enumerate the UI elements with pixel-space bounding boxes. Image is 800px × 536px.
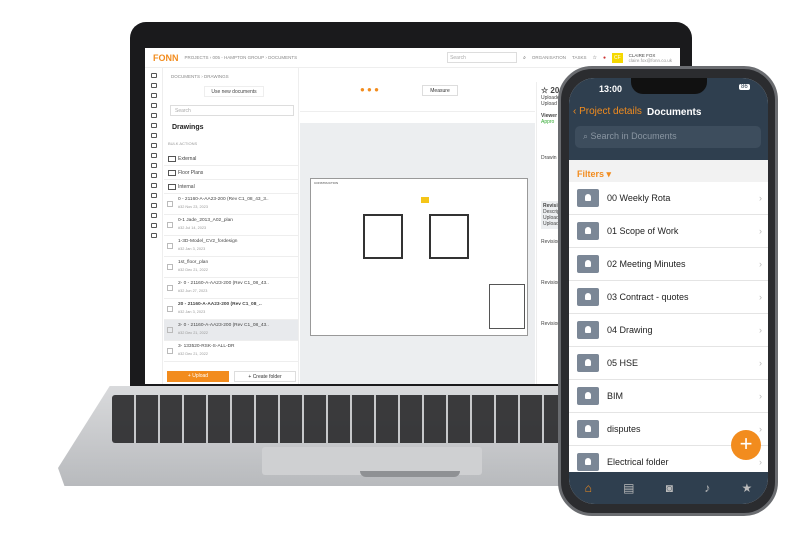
file-meta: #32 Jul 14, 2023 (178, 226, 207, 230)
sheet-label: CONSTRUCTION (314, 181, 339, 185)
folder-icon (577, 354, 599, 372)
back-button[interactable]: ‹ Project details (573, 106, 642, 117)
star-icon[interactable]: ☆ (592, 55, 596, 61)
user-email: claire.fox@fonn.co.uk (628, 57, 672, 63)
folder-item[interactable]: External (164, 152, 298, 166)
file-meta: #32 Jan 3, 2023 (178, 310, 206, 314)
file-row-selected[interactable]: 3- 0 - 21160-A-AA23-200 (Rev C1_08_43.. #… (164, 320, 298, 341)
notch (631, 78, 707, 94)
tab-bar: ⌂ ▤ ◙ ♪ ★ (569, 472, 768, 504)
organisation-link[interactable]: ORGANISATION (532, 55, 566, 60)
folder-icon (577, 453, 599, 471)
logo: FONN (153, 52, 179, 63)
file-name: 0 - 21160-A-AA23-200 (Rev C1_08_43_3.. (178, 197, 269, 202)
file-row[interactable]: 1-3D-Model_CV2_fordesign #32 Jan 3, 2023 (164, 236, 298, 257)
title-block (489, 284, 525, 329)
documents-panel: Use new documents Search Drawings BULK A… (164, 68, 299, 384)
home-icon[interactable]: ⌂ (585, 481, 592, 495)
camera-icon[interactable]: ◙ (666, 481, 673, 495)
file-row[interactable]: 1st_floor_plan #32 Dec 21, 2022 (164, 257, 298, 278)
bell-icon[interactable]: ♪ (704, 481, 710, 495)
folder-icon (577, 222, 599, 240)
file-name: 1-3D-Model_CV2_fordesign (178, 239, 238, 244)
search-placeholder: Search in Documents (590, 131, 677, 141)
file-row[interactable]: 20 - 21160-A-AA23-200 (Rev C1_08_.. #32 J… (164, 299, 298, 320)
clipboard-icon[interactable]: ▤ (623, 481, 634, 495)
status-time: 13:00 (599, 84, 623, 94)
bulk-actions: BULK ACTIONS (168, 141, 198, 146)
floor-plan (429, 214, 469, 259)
phone-header: 13:00 86 ‹ Project details Documents ⌕ S… (569, 78, 768, 160)
file-name: 20 - 21160-A-AA23-200 (Rev C1_08_.. (178, 302, 262, 307)
comment-pin-icon[interactable] (421, 197, 429, 203)
back-label: Project details (579, 106, 642, 117)
phone-search-input[interactable]: ⌕ Search in Documents (575, 126, 761, 148)
file-name: 3- 0 - 21160-A-AA23-200 (Rev C1_08_43.. (178, 323, 269, 328)
panel-title: Drawings (172, 124, 204, 131)
file-row[interactable]: 0-1 Jade_2013_A02_plan #32 Jul 14, 2023 (164, 215, 298, 236)
lock-folder-icon (577, 420, 599, 438)
file-meta: #32 Dec 21, 2022 (178, 331, 208, 335)
folder-item[interactable]: Internal (164, 180, 298, 194)
create-folder-button[interactable]: + Create folder (234, 371, 296, 382)
file-meta: #32 Jan 3, 2023 (178, 247, 206, 251)
screen-title: Documents (647, 107, 702, 118)
file-meta: #32 Dec 21, 2022 (178, 352, 208, 356)
star-icon[interactable]: ★ (742, 481, 753, 495)
tasks-link[interactable]: TASKS (572, 55, 586, 60)
folder-item[interactable]: 00 Weekly Rota › (569, 182, 768, 215)
breadcrumb[interactable]: PROJECTS › 005 - HAMPTON GROUP › DOCUMEN… (185, 55, 298, 60)
file-row[interactable]: 2- 0 - 21160-A-AA23-200 (Rev C1_08_43.. #… (164, 278, 298, 299)
drawing-sheet[interactable]: CONSTRUCTION (310, 178, 528, 336)
battery-icon: 86 (739, 84, 750, 90)
add-button[interactable]: + (731, 430, 761, 460)
filters-button[interactable]: Filters ▾ (577, 169, 611, 180)
viewer-toolbar: Measure ● ● ● (300, 82, 535, 112)
file-name: 0-1 Jade_2013_A02_plan (178, 218, 233, 223)
laptop-notch (360, 471, 460, 477)
folder-icon (577, 189, 599, 207)
folder-icon (577, 387, 599, 405)
folder-item[interactable]: Floor Plans (164, 166, 298, 180)
folder-item[interactable]: 03 Contract - quotes › (569, 281, 768, 314)
avatar[interactable]: CF (611, 52, 623, 63)
file-meta: #32 Jun 27, 2023 (178, 289, 208, 293)
file-row[interactable]: 3- 133520-RSK-S-ALL-DR #32 Dec 21, 2022 (164, 341, 298, 362)
left-nav (145, 68, 163, 384)
measure-dropdown[interactable]: Measure (422, 85, 458, 96)
top-bar: FONN PROJECTS › 005 - HAMPTON GROUP › DO… (145, 48, 680, 68)
use-new-documents-button[interactable]: Use new documents (204, 86, 264, 97)
file-row[interactable]: 0 - 21160-A-AA23-200 (Rev C1_08_43_3.. #3… (164, 194, 298, 215)
file-meta: #32 Nov 23, 2023 (178, 205, 208, 209)
phone-screen: 13:00 86 ‹ Project details Documents ⌕ S… (569, 78, 768, 504)
folder-item[interactable]: 05 HSE › (569, 347, 768, 380)
folder-icon (577, 255, 599, 273)
pin-icon[interactable]: ● ● ● (360, 85, 379, 94)
folder-icon (577, 288, 599, 306)
file-name: 3- 133520-RSK-S-ALL-DR (178, 344, 235, 349)
search-input[interactable]: Search (447, 52, 518, 63)
folder-item[interactable]: BIM › (569, 380, 768, 413)
upload-button[interactable]: + Upload (167, 371, 229, 382)
folder-icon (577, 321, 599, 339)
file-meta: #32 Dec 21, 2022 (178, 268, 208, 272)
panel-search-input[interactable]: Search (170, 105, 294, 116)
bell-icon[interactable]: ● (603, 55, 606, 61)
user-info: CLAIRE FOX claire.fox@fonn.co.uk (629, 53, 672, 63)
folder-item[interactable]: 01 Scope of Work › (569, 215, 768, 248)
folder-item[interactable]: 04 Drawing › (569, 314, 768, 347)
file-name: 1st_floor_plan (178, 260, 209, 265)
floor-plan (363, 214, 403, 259)
folder-item[interactable]: 02 Meeting Minutes › (569, 248, 768, 281)
search-icon[interactable]: ⌕ (523, 55, 526, 61)
file-name: 2- 0 - 21160-A-AA23-200 (Rev C1_08_43.. (178, 281, 269, 286)
